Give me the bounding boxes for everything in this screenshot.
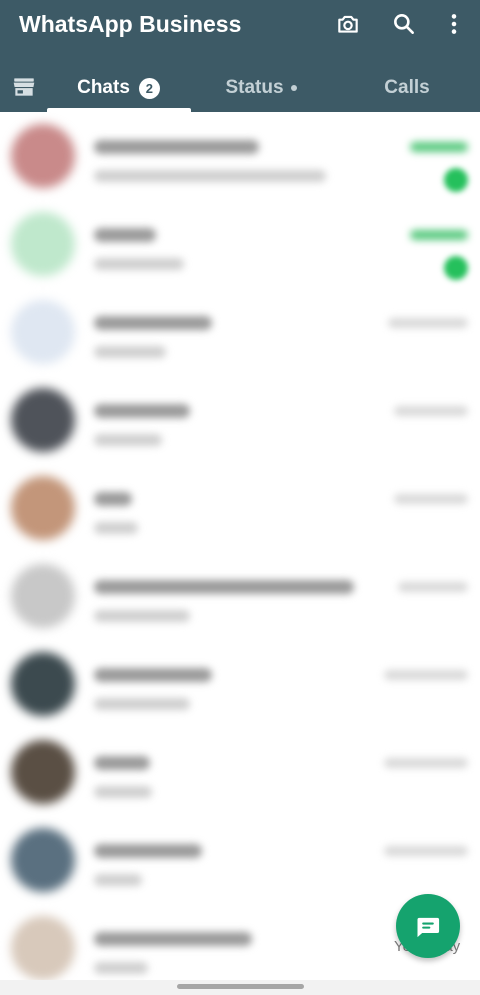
- timestamp-redacted: [410, 142, 468, 152]
- timestamp-redacted: [394, 494, 468, 504]
- contact-name-redacted: [94, 844, 202, 858]
- last-message-redacted: [94, 698, 190, 710]
- chat-row[interactable]: [0, 376, 480, 464]
- tab-chats-label: Chats: [77, 77, 130, 98]
- avatar: [11, 388, 75, 452]
- tab-calls-label: Calls: [384, 77, 430, 98]
- last-message-redacted: [94, 434, 162, 446]
- avatar: [11, 212, 75, 276]
- app-title: WhatsApp Business: [19, 11, 242, 37]
- last-message-redacted: [94, 610, 190, 622]
- avatar: [11, 652, 75, 716]
- contact-name-redacted: [94, 932, 252, 946]
- last-message-redacted: [94, 786, 152, 798]
- chat-row[interactable]: [0, 288, 480, 376]
- timestamp-redacted: [410, 230, 468, 240]
- contact-name-redacted: [94, 404, 190, 418]
- chat-list[interactable]: [0, 112, 480, 980]
- camera-icon[interactable]: [332, 8, 364, 40]
- tab-chats[interactable]: Chats 2: [46, 64, 191, 112]
- storefront-icon[interactable]: [8, 72, 40, 102]
- unread-count-badge: 2: [138, 77, 160, 99]
- tab-status[interactable]: Status: [196, 64, 326, 112]
- timestamp-redacted: [384, 670, 468, 680]
- last-message-redacted: [94, 962, 148, 974]
- avatar: [11, 124, 75, 188]
- chat-row[interactable]: [0, 552, 480, 640]
- last-message-redacted: [94, 170, 326, 182]
- last-message-redacted: [94, 258, 184, 270]
- chat-row[interactable]: [0, 728, 480, 816]
- timestamp-redacted: [384, 846, 468, 856]
- tab-calls[interactable]: Calls: [334, 64, 480, 112]
- last-message-redacted: [94, 346, 166, 358]
- tab-status-label: Status: [225, 77, 284, 98]
- last-message-redacted: [94, 522, 138, 534]
- contact-name-redacted: [94, 316, 212, 330]
- chat-row[interactable]: [0, 464, 480, 552]
- status-update-dot: [290, 85, 297, 91]
- avatar: [11, 828, 75, 892]
- chat-row[interactable]: [0, 816, 480, 904]
- more-vert-icon[interactable]: [438, 8, 470, 40]
- unread-indicator: [444, 256, 468, 280]
- timestamp-redacted: [398, 582, 468, 592]
- gesture-handle[interactable]: [177, 984, 304, 989]
- timestamp-redacted: [394, 406, 468, 416]
- contact-name-redacted: [94, 228, 156, 242]
- chat-row[interactable]: [0, 640, 480, 728]
- new-chat-icon: [417, 917, 440, 938]
- app-bar: WhatsApp Business Chats 2 Status Calls: [0, 0, 480, 112]
- chat-row[interactable]: [0, 112, 480, 200]
- last-message-redacted: [94, 874, 142, 886]
- tab-bar: Chats 2 Status Calls: [0, 64, 480, 112]
- avatar: [11, 740, 75, 804]
- contact-name-redacted: [94, 140, 259, 154]
- timestamp-redacted: [384, 758, 468, 768]
- avatar: [11, 300, 75, 364]
- unread-indicator: [444, 168, 468, 192]
- new-chat-button[interactable]: [396, 894, 460, 958]
- avatar: [11, 476, 75, 540]
- timestamp-redacted: [388, 318, 468, 328]
- chat-row[interactable]: [0, 200, 480, 288]
- contact-name-redacted: [94, 580, 354, 594]
- contact-name-redacted: [94, 668, 212, 682]
- search-icon[interactable]: [388, 8, 420, 40]
- contact-name-redacted: [94, 492, 132, 506]
- avatar: [11, 564, 75, 628]
- avatar: [11, 916, 75, 980]
- contact-name-redacted: [94, 756, 150, 770]
